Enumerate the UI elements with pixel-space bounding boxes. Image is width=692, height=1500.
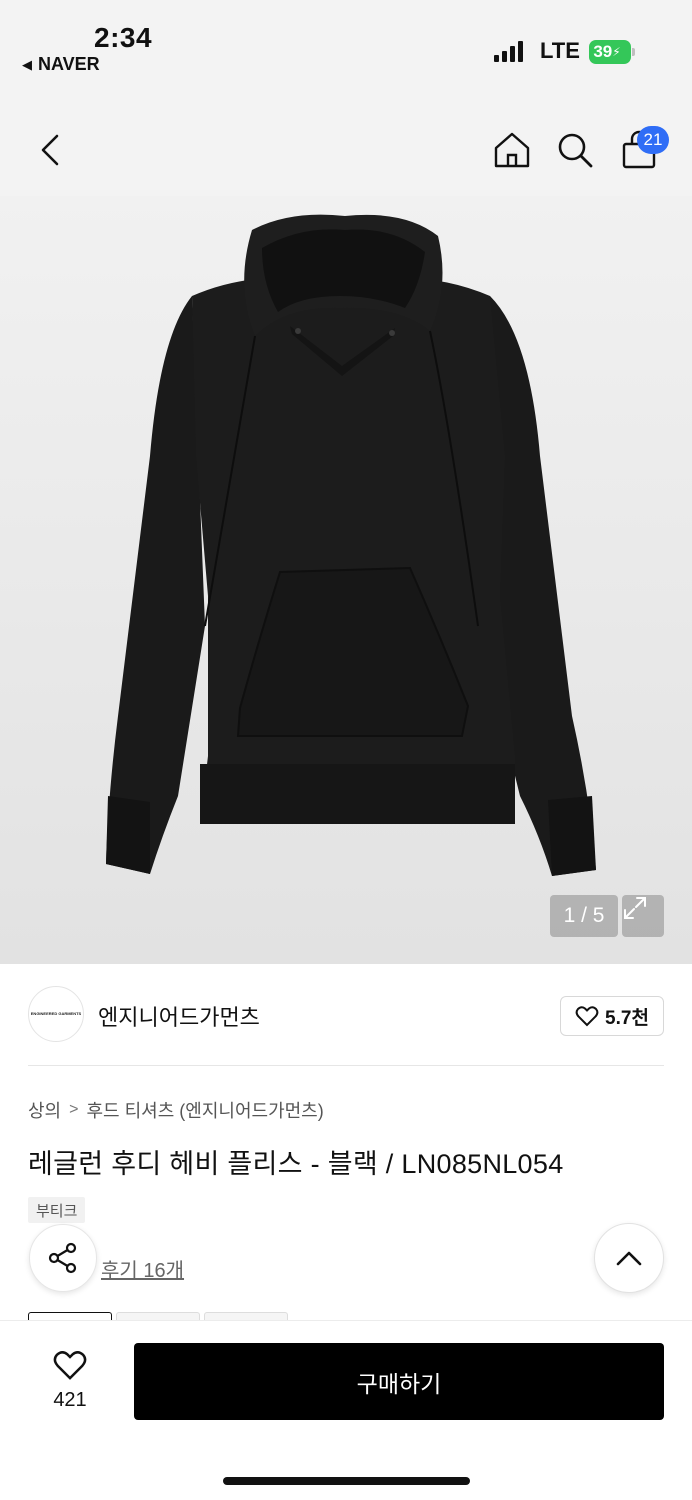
chevron-left-icon bbox=[41, 134, 59, 166]
bottom-action-bar: 421 구매하기 bbox=[0, 1320, 692, 1500]
share-button[interactable] bbox=[29, 1224, 97, 1292]
heart-icon bbox=[575, 1006, 599, 1027]
breadcrumb-separator: > bbox=[69, 1101, 79, 1118]
search-button[interactable] bbox=[553, 128, 597, 172]
home-indicator bbox=[223, 1477, 470, 1485]
buy-button[interactable]: 구매하기 bbox=[134, 1343, 664, 1420]
breadcrumb: 상의 > 후드 티셔츠 (엔지니어드가먼츠) bbox=[28, 1097, 324, 1123]
status-time: 2:34 bbox=[94, 22, 153, 53]
cell-signal-icon bbox=[494, 40, 523, 62]
brand-like-button[interactable]: 5.7천 bbox=[560, 996, 664, 1036]
section-divider bbox=[28, 1065, 664, 1066]
battery-icon: 39 ⚡ bbox=[589, 40, 635, 64]
product-image-gallery[interactable]: 1 / 5 bbox=[0, 196, 692, 964]
product-tag: 부티크 bbox=[28, 1197, 86, 1223]
brand-like-count: 5.7천 bbox=[605, 1007, 649, 1029]
battery-percent: 39 bbox=[593, 42, 613, 61]
network-type: LTE bbox=[540, 38, 580, 63]
reviews-link[interactable]: 후기 16개 bbox=[101, 1254, 184, 1283]
status-bar: 2:34 ◀ NAVER LTE 39 ⚡ bbox=[0, 0, 692, 100]
gallery-pager: 1 / 5 bbox=[550, 895, 618, 937]
back-triangle-icon: ◀ bbox=[22, 56, 32, 72]
product-title: 레글런 후디 헤비 플리스 - 블랙 / LN085NL054 bbox=[28, 1149, 564, 1179]
heart-icon bbox=[53, 1351, 87, 1380]
brand-name[interactable]: 엔지니어드가먼츠 bbox=[98, 1000, 260, 1032]
scroll-top-button[interactable] bbox=[594, 1223, 664, 1293]
wishlist-button[interactable]: 421 bbox=[40, 1349, 100, 1412]
battery-level: 39 ⚡ bbox=[589, 40, 631, 64]
fullscreen-button[interactable] bbox=[622, 895, 664, 937]
chevron-up-icon bbox=[616, 1251, 642, 1266]
back-to-app-link[interactable]: ◀ NAVER bbox=[22, 54, 100, 75]
wishlist-count: 421 bbox=[53, 1389, 87, 1411]
brand-logo[interactable]: ENGINEERED GARMENTS bbox=[28, 986, 84, 1042]
back-button[interactable] bbox=[28, 128, 72, 172]
brand-row: ENGINEERED GARMENTS 엔지니어드가먼츠 5.7천 bbox=[28, 986, 664, 1044]
brand-logo-text: ENGINEERED GARMENTS bbox=[30, 1011, 82, 1016]
home-button[interactable] bbox=[490, 128, 534, 172]
search-icon bbox=[558, 133, 593, 168]
hoodie-image bbox=[106, 214, 596, 876]
cart-count-badge: 21 bbox=[637, 126, 669, 154]
expand-icon bbox=[624, 897, 646, 919]
breadcrumb-category[interactable]: 상의 bbox=[28, 1097, 61, 1123]
top-nav-bar bbox=[0, 100, 692, 196]
breadcrumb-subcategory[interactable]: 후드 티셔츠 (엔지니어드가먼츠) bbox=[86, 1097, 323, 1123]
home-icon bbox=[494, 132, 530, 168]
back-app-label: NAVER bbox=[38, 54, 100, 74]
share-icon bbox=[48, 1242, 77, 1274]
